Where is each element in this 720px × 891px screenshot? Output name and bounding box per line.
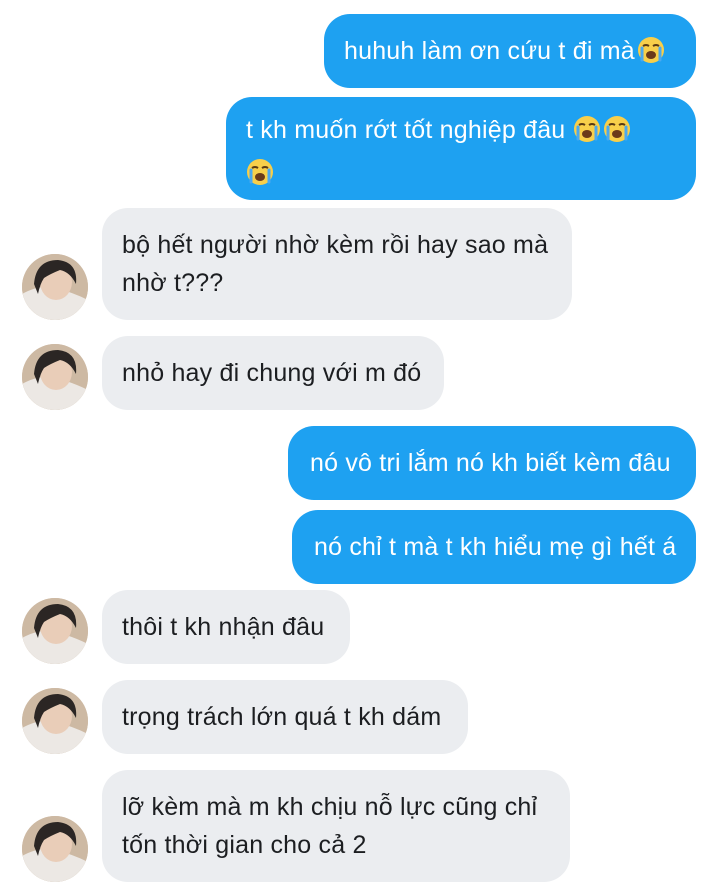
message-bubble-sent[interactable]: t kh muốn rớt tốt nghiệp đâu xyxy=(226,97,696,200)
message-text-line: bộ hết người nhờ kèm rồi hay sao mà xyxy=(122,231,549,259)
message-bubble-received[interactable]: lỡ kèm mà m kh chịu nỗ lực cũng chỉ tốn … xyxy=(102,770,570,882)
message-bubble-received[interactable]: trọng trách lớn quá t kh dám xyxy=(102,680,468,754)
message-bubble-sent[interactable]: nó vô tri lắm nó kh biết kèm đâu xyxy=(288,426,696,500)
message-bubble-received[interactable]: nhỏ hay đi chung với m đó xyxy=(102,336,444,410)
message-text: thôi t kh nhận đâu xyxy=(122,613,325,641)
loudly-crying-face-icon xyxy=(603,115,631,154)
message-text-line: nhờ t??? xyxy=(122,269,224,297)
message-bubble-received[interactable]: bộ hết người nhờ kèm rồi hay sao mà nhờ … xyxy=(102,208,572,320)
message-text-line: tốn thời gian cho cả 2 xyxy=(122,831,367,859)
message-bubble-received[interactable]: thôi t kh nhận đâu xyxy=(102,590,350,664)
message-text: huhuh làm ơn cứu t đi mà xyxy=(344,37,635,65)
avatar[interactable] xyxy=(22,254,88,320)
loudly-crying-face-icon xyxy=(573,115,601,154)
message-text: nó vô tri lắm nó kh biết kèm đâu xyxy=(310,449,671,477)
loudly-crying-face-icon xyxy=(246,158,274,197)
avatar[interactable] xyxy=(22,598,88,664)
message-text: trọng trách lớn quá t kh dám xyxy=(122,703,442,731)
avatar[interactable] xyxy=(22,816,88,882)
avatar[interactable] xyxy=(22,344,88,410)
message-text-line: lỡ kèm mà m kh chịu nỗ lực cũng chỉ xyxy=(122,793,538,821)
avatar[interactable] xyxy=(22,688,88,754)
message-text: t kh muốn rớt tốt nghiệp đâu xyxy=(246,116,566,144)
message-text: nó chỉ t mà t kh hiểu mẹ gì hết á xyxy=(314,533,677,561)
message-text: nhỏ hay đi chung với m đó xyxy=(122,359,422,387)
loudly-crying-face-icon xyxy=(637,36,665,75)
message-bubble-sent[interactable]: huhuh làm ơn cứu t đi mà xyxy=(324,14,696,88)
message-bubble-sent[interactable]: nó chỉ t mà t kh hiểu mẹ gì hết á xyxy=(292,510,696,584)
